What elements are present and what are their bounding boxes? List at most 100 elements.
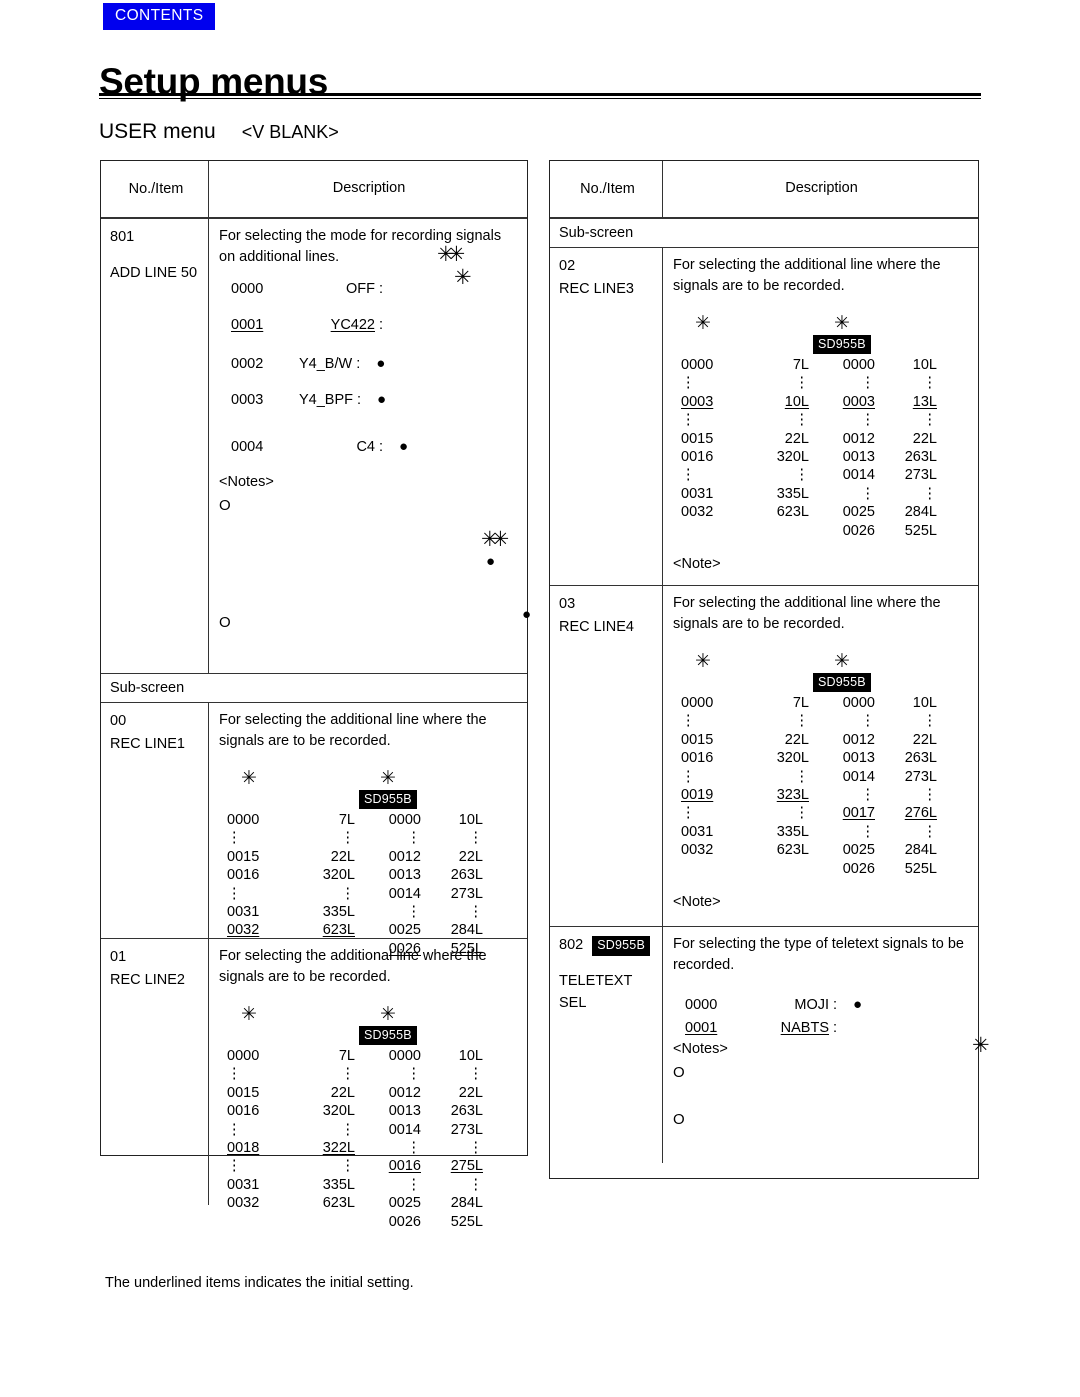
- value-cell: ⋮: [227, 1121, 242, 1138]
- table-row: 01 REC LINE2 For selecting the additiona…: [101, 939, 527, 1230]
- model-badge: SD955B: [813, 672, 871, 692]
- value-row: ⋮ ⋮ ⋮ ⋮: [673, 374, 970, 392]
- value-cell: ⋮: [681, 768, 696, 785]
- value-row: 0031 335L ⋮ ⋮: [673, 823, 970, 841]
- description-line-1: For selecting the additional line where …: [673, 595, 941, 612]
- value-cell: 22L: [912, 731, 937, 748]
- option-row[interactable]: 0003 Y4_BPF : ●: [219, 390, 519, 411]
- bullet-icon: ●: [376, 354, 386, 372]
- initial-setting-value: 0017: [842, 805, 875, 822]
- value-cell: ⋮: [922, 485, 938, 502]
- value-cell: 22L: [784, 731, 809, 748]
- option-row[interactable]: 0004 C4 : ●: [219, 437, 519, 458]
- value-row: ⋮ ⋮ 0014 273L: [219, 1121, 519, 1139]
- row-no-item-cell: 01 REC LINE2: [101, 939, 209, 1206]
- value-cell: 0000: [388, 812, 421, 828]
- table-header-row: No./Item Description: [101, 161, 527, 220]
- option-row[interactable]: 0000 MOJI : ●: [673, 995, 970, 1016]
- value-cell: ⋮: [468, 904, 484, 921]
- value-cell: 0014: [842, 768, 875, 785]
- value-cell: 10L: [751, 393, 809, 411]
- table-row: 03 REC LINE4 For selecting the additiona…: [550, 586, 978, 928]
- value-row: 0031 335L ⋮ ⋮: [673, 485, 970, 503]
- value-cell: 0000: [227, 812, 260, 828]
- value-cell: 22L: [330, 848, 355, 865]
- value-cell: ⋮: [922, 787, 938, 804]
- initial-setting-value: 323L: [776, 787, 809, 804]
- value-cell: ⋮: [227, 885, 242, 902]
- column-header-no-item: No./Item: [550, 161, 663, 218]
- option-row[interactable]: 0002 Y4_B/W : ●: [219, 354, 519, 375]
- value-cell: ⋮: [468, 1176, 484, 1193]
- value-cell: ⋮: [794, 375, 810, 392]
- option-number: 0001: [685, 1019, 718, 1036]
- star-marker-row: ✳ ✳: [219, 1005, 519, 1024]
- initial-setting-value: 10L: [784, 393, 809, 410]
- table-row: 802 SD955B TELETEXT SEL For selecting th…: [550, 927, 978, 1164]
- option-label: Y4_B/W: [299, 355, 353, 372]
- model-badge-row: SD955B: [219, 1025, 519, 1045]
- option-label: MOJI: [794, 996, 829, 1013]
- model-badge-row: SD955B: [673, 334, 970, 355]
- value-cell: 0032: [681, 504, 714, 521]
- value-cell: ⋮: [794, 713, 810, 730]
- value-cell: 10L: [912, 695, 937, 711]
- option-colon: :: [833, 996, 838, 1013]
- value-cell: 22L: [458, 848, 483, 865]
- star-marker-row: ✳ ✳: [673, 314, 970, 333]
- value-cell: 263L: [904, 449, 937, 466]
- value-cell: ⋮: [406, 830, 422, 847]
- value-cell: ⋮: [406, 1066, 422, 1083]
- note-bullet: O: [219, 496, 231, 514]
- value-row: 0031 335L ⋮ ⋮: [219, 903, 519, 921]
- option-number: 0004: [231, 438, 264, 455]
- value-row: 0016 320L 0013 263L: [219, 1102, 519, 1120]
- bullet-icon: ●: [853, 995, 863, 1013]
- value-cell: 276L: [875, 804, 937, 822]
- column-header-no-item: No./Item: [101, 161, 209, 218]
- row-description-cell: For selecting the additional line where …: [209, 939, 527, 1229]
- item-name: ADD LINE 50: [110, 264, 198, 281]
- value-row: 0016 320L 0013 263L: [219, 866, 519, 884]
- footer-note: The underlined items indicates the initi…: [105, 1275, 414, 1291]
- value-row: 0015 22L 0012 22L: [219, 1084, 519, 1102]
- item-name: REC LINE4: [559, 618, 634, 635]
- value-cell: 0003: [673, 393, 751, 411]
- star-icon: ✳: [695, 312, 711, 334]
- value-cell: 0014: [842, 467, 875, 484]
- value-cell: ⋮: [227, 1066, 242, 1083]
- value-cell: 0016: [355, 1157, 421, 1175]
- item-number: 03: [559, 596, 576, 613]
- option-row[interactable]: 0000 OFF :: [219, 279, 519, 300]
- value-row: 0031 335L ⋮ ⋮: [219, 1176, 519, 1194]
- value-cell: ⋮: [468, 1066, 484, 1083]
- value-cell: 284L: [450, 922, 483, 939]
- value-cell: 0000: [681, 357, 714, 373]
- option-colon: :: [379, 438, 384, 455]
- initial-setting-value: 13L: [912, 393, 937, 410]
- value-cell: 320L: [776, 449, 809, 466]
- value-cell: ⋮: [681, 467, 696, 484]
- value-cell: 0031: [227, 1176, 260, 1193]
- contents-tab[interactable]: CONTENTS: [103, 3, 216, 30]
- notes-label: <Notes>: [673, 1040, 728, 1057]
- star-icon: ✳: [834, 312, 850, 334]
- option-row[interactable]: 0001 NABTS :: [673, 1018, 970, 1039]
- value-row: 0016 320L 0013 263L: [673, 448, 970, 466]
- option-row[interactable]: 0001 YC422 :: [219, 315, 519, 336]
- star-icon: ✳: [695, 650, 711, 672]
- value-cell: 525L: [904, 860, 937, 877]
- value-cell: 0013: [842, 750, 875, 767]
- value-cell: 0014: [388, 885, 421, 902]
- value-cell: 0031: [227, 904, 260, 921]
- value-cell: ⋮: [922, 823, 938, 840]
- value-row: 0000 7L 0000 10L: [673, 694, 970, 712]
- row-no-item-cell: 03 REC LINE4: [550, 586, 663, 927]
- initial-setting-value: 276L: [904, 805, 937, 822]
- initial-setting-value: 0032: [227, 922, 260, 939]
